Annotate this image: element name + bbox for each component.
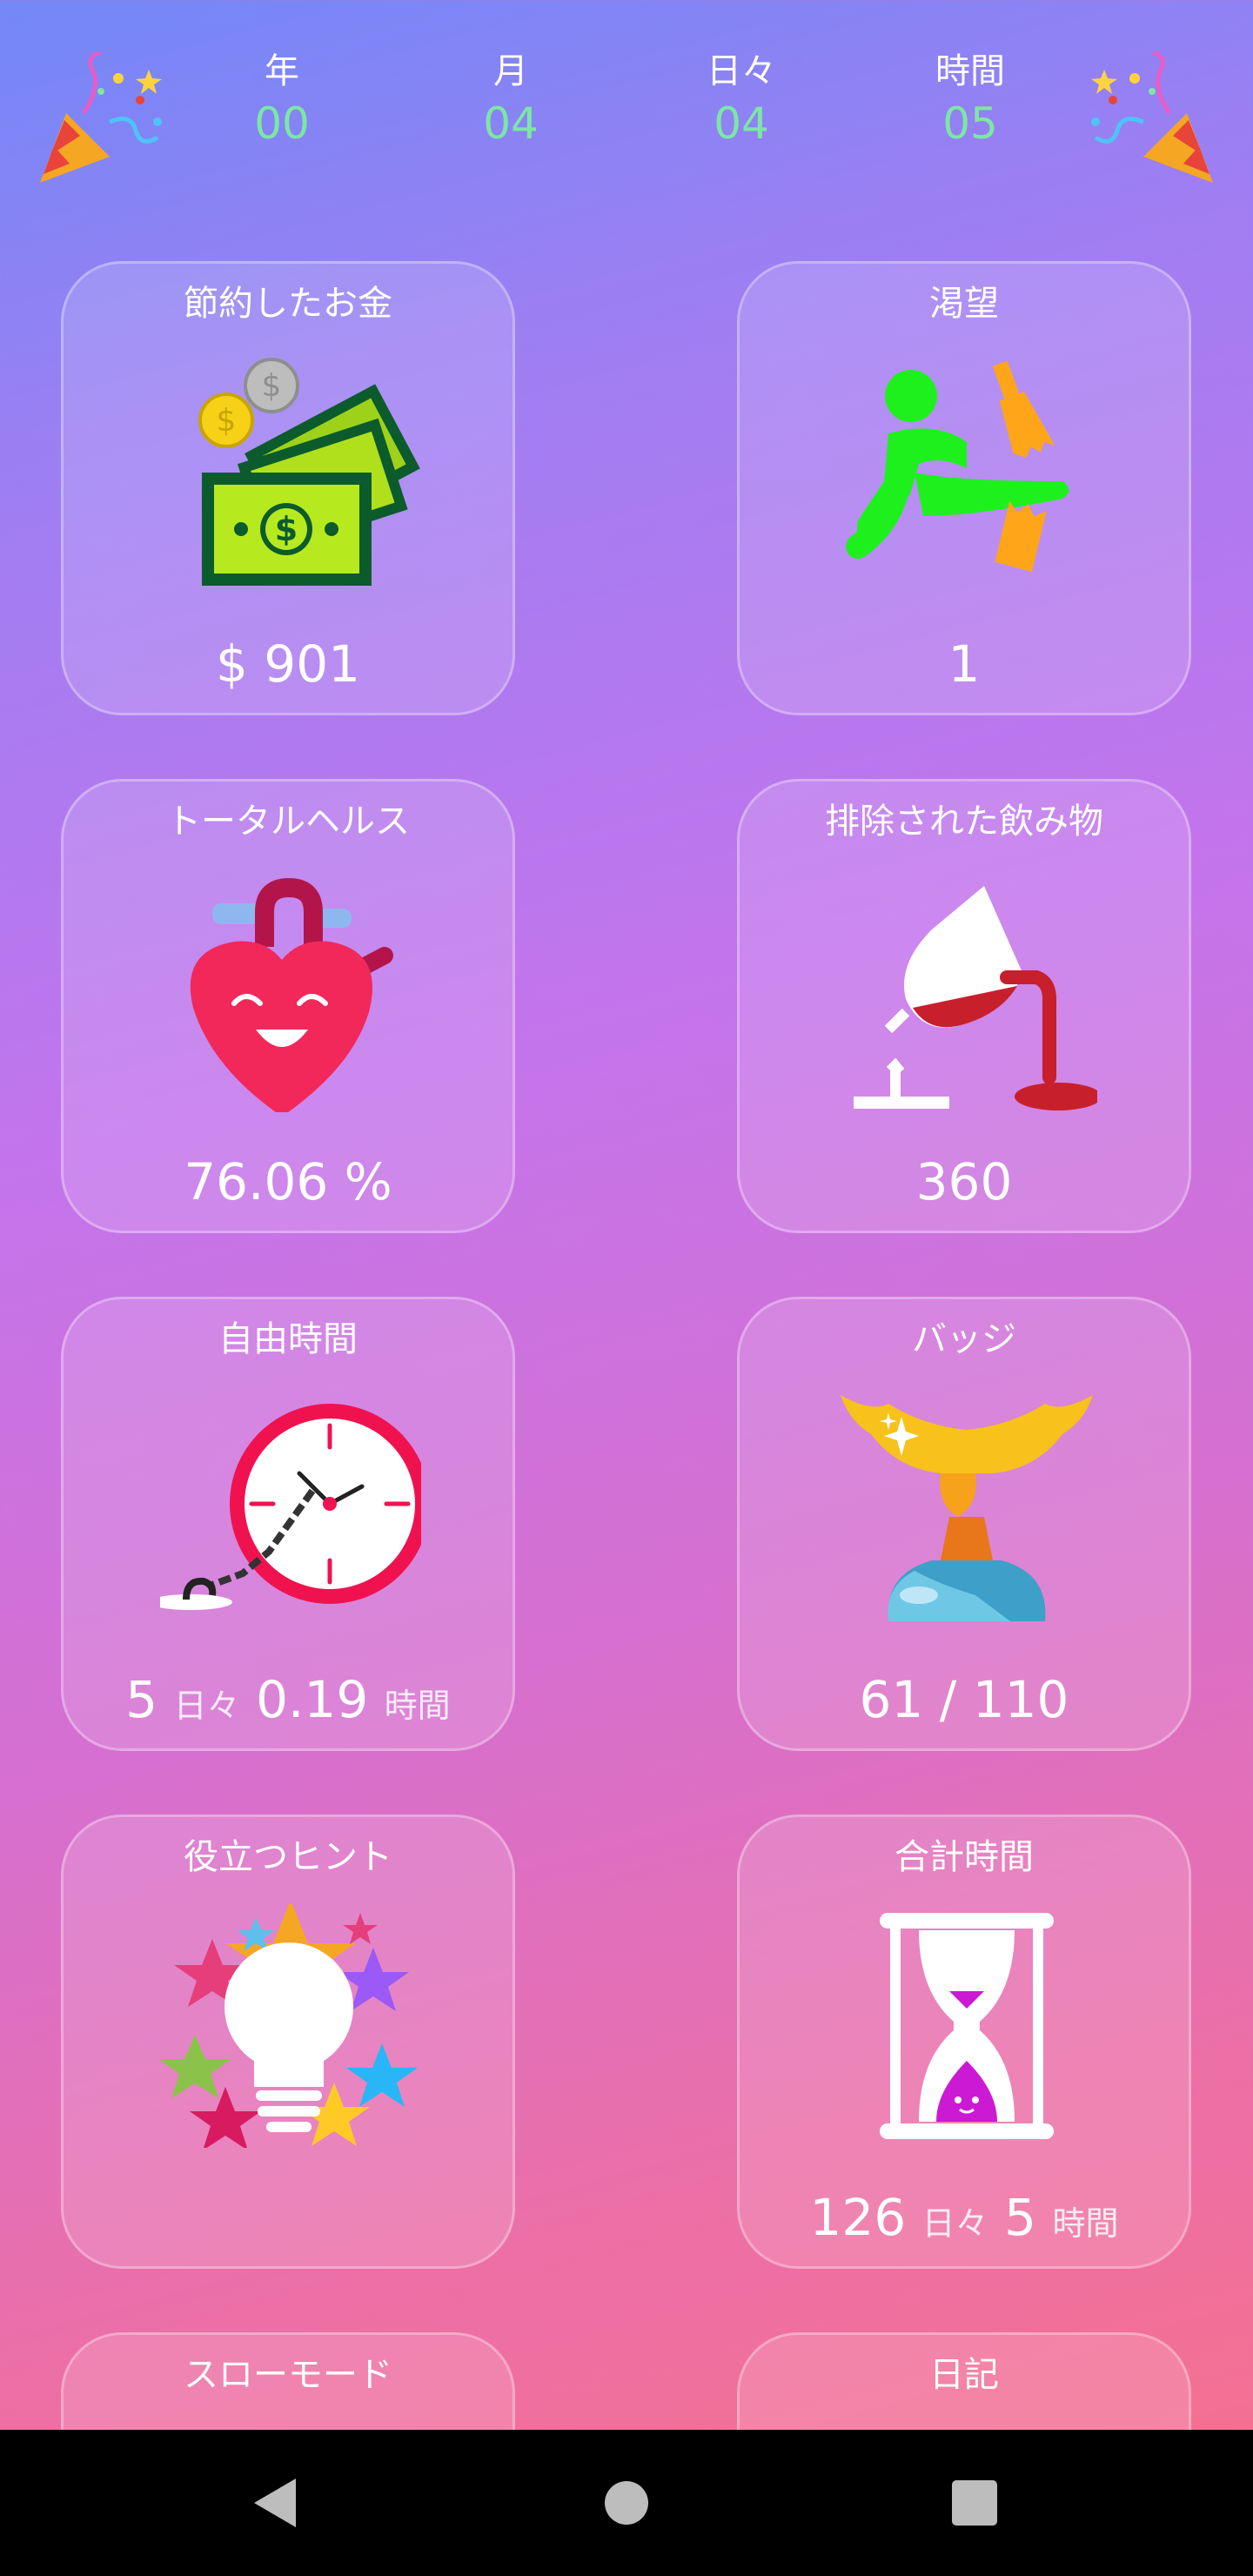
counter-value: 04: [483, 98, 539, 149]
spilled-wine-icon: [854, 886, 1097, 1110]
card-title: トータルヘルス: [166, 802, 410, 842]
svg-text:$: $: [275, 510, 298, 548]
home-circle-icon[interactable]: [583, 2459, 670, 2546]
free-time-days-number: 5: [125, 1670, 158, 1729]
drinks-eliminated-value: 360: [915, 1152, 1013, 1211]
counter-label: 時間: [935, 51, 1005, 91]
counter-label: 日々: [707, 51, 776, 91]
kick-bottle-icon: [846, 360, 1069, 573]
counter-label: 月: [493, 51, 528, 91]
chained-clock-icon: [160, 1404, 421, 1610]
craving-card[interactable]: 渇望 1: [737, 261, 1191, 715]
trophy-icon: [841, 1395, 1093, 1621]
counter-label: 年: [265, 51, 299, 91]
free-time-value: 5 日々 0.19 時間: [64, 1668, 513, 1737]
drinks-eliminated-card[interactable]: 排除された飲み物 360: [737, 779, 1191, 1233]
card-title: 日記: [929, 2355, 999, 2395]
card-title: バッジ: [912, 1319, 1016, 1359]
svg-text:$: $: [262, 368, 282, 404]
counter-value: 04: [714, 98, 769, 149]
total-time-hours-number: 5: [1004, 2188, 1037, 2247]
badges-card[interactable]: バッジ 61 / 110: [737, 1297, 1191, 1751]
card-title: スローモード: [184, 2355, 392, 2395]
card-title: 節約したお金: [184, 284, 392, 324]
hourglass-icon: [880, 1913, 1054, 2139]
card-title: 自由時間: [218, 1319, 358, 1359]
total-time-hours-unit: 時間: [1052, 2204, 1119, 2243]
happy-heart-icon: [190, 877, 393, 1112]
system-navigation-bar: [0, 2430, 1253, 2576]
card-title: 渇望: [929, 284, 999, 324]
money-saved-value: $ 901: [215, 634, 361, 694]
counter-days: 日々 04: [663, 49, 820, 153]
craving-value: 1: [948, 634, 981, 694]
header-counter-bar: 年 00 月 04 日々 04 時間 05: [0, 0, 1253, 200]
total-time-days-unit: 日々: [921, 2204, 988, 2243]
counter-value: 05: [942, 98, 998, 149]
card-title: 役立つヒント: [184, 1837, 392, 1877]
lightbulb-stars-icon: [160, 1904, 418, 2148]
party-popper-icon: [1091, 52, 1213, 183]
card-title: 排除された飲み物: [825, 802, 1103, 842]
total-time-days-number: 126: [809, 2188, 907, 2247]
counter-years: 年 00: [204, 49, 360, 153]
total-time-value: 126 日々 5 時間: [740, 2186, 1189, 2255]
money-saved-card[interactable]: 節約したお金 $ $ $ $ 901: [61, 261, 515, 715]
card-title: 合計時間: [895, 1837, 1034, 1877]
badges-value: 61 / 110: [859, 1670, 1069, 1729]
free-time-hours-number: 0.19: [256, 1670, 369, 1729]
party-popper-icon: [40, 52, 162, 183]
free-time-hours-unit: 時間: [384, 1687, 451, 1725]
total-health-value: 76.06 %: [184, 1152, 392, 1211]
svg-text:$: $: [217, 403, 237, 439]
recents-square-icon[interactable]: [931, 2459, 1018, 2546]
counter-hours: 時間 05: [892, 49, 1049, 153]
total-time-card[interactable]: 合計時間 126 日々 5 時間: [737, 1815, 1191, 2269]
total-health-card[interactable]: トータルヘルス 76.06 %: [61, 779, 515, 1233]
counter-months: 月 04: [432, 49, 589, 153]
counter-value: 00: [254, 98, 310, 149]
back-triangle-icon[interactable]: [235, 2459, 322, 2546]
money-stack-icon: $ $ $: [198, 358, 420, 586]
useful-tips-card[interactable]: 役立つヒント: [61, 1815, 515, 2269]
free-time-card[interactable]: 自由時間 5 日々 0.19 時間: [61, 1297, 515, 1751]
free-time-days-unit: 日々: [173, 1687, 240, 1725]
